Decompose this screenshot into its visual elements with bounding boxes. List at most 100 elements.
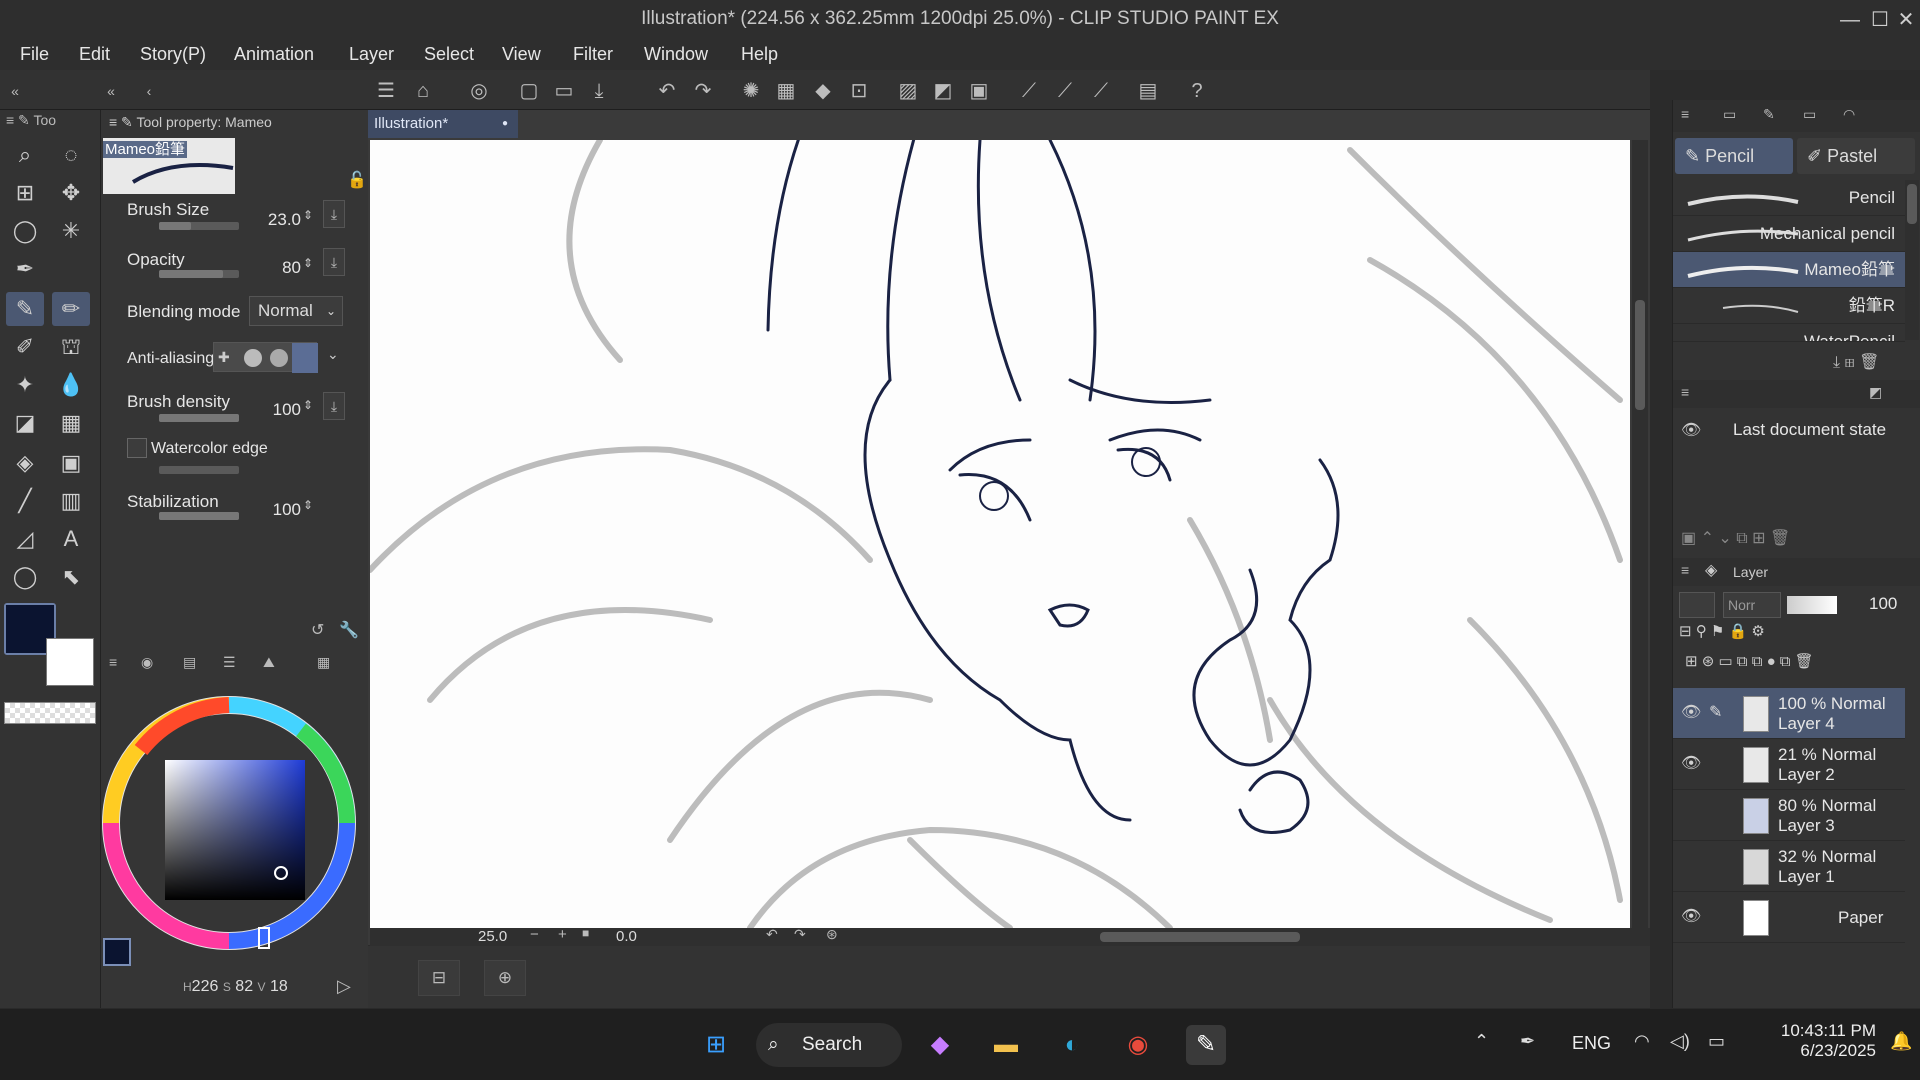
- menu-icon[interactable]: ≡: [1681, 106, 1689, 122]
- operation-tool-icon[interactable]: ⊞: [6, 176, 44, 210]
- edge-icon[interactable]: ◐: [1052, 1025, 1092, 1065]
- menu-story[interactable]: Story(P): [140, 44, 206, 65]
- airbrush-tab-icon[interactable]: ◠: [1843, 106, 1855, 123]
- chevron-down-icon[interactable]: ⌄: [327, 346, 339, 363]
- vertical-scrollbar[interactable]: [1632, 140, 1648, 928]
- play-icon[interactable]: ▷: [337, 976, 351, 997]
- magic-wand-icon[interactable]: ✳: [52, 214, 90, 248]
- layer-row-3[interactable]: 80 % Normal Layer 3: [1673, 790, 1905, 841]
- aa-strong-icon[interactable]: [292, 343, 318, 373]
- brush-tool-icon[interactable]: ✐: [6, 330, 44, 364]
- stabilization-value[interactable]: 100: [241, 500, 301, 520]
- zoom-value[interactable]: 25.0: [478, 928, 507, 945]
- layer-blend-select[interactable]: Norr: [1723, 592, 1781, 618]
- lock-icon[interactable]: 🔓: [347, 170, 367, 190]
- layer-row-4[interactable]: 👁 ✎ 100 % Normal Layer 4: [1673, 688, 1905, 739]
- layer-row-1[interactable]: 32 % Normal Layer 1: [1673, 841, 1905, 892]
- layer-row-paper[interactable]: 👁 Paper: [1673, 892, 1905, 943]
- taskbar-search[interactable]: ⌕ Search: [756, 1023, 902, 1067]
- blend-tool-icon[interactable]: 💧: [52, 368, 90, 402]
- layer-color-select[interactable]: [1679, 592, 1715, 618]
- gradient-icon[interactable]: ▣: [52, 446, 90, 480]
- spinner-icon[interactable]: ⇕: [303, 208, 313, 222]
- text-tool-icon[interactable]: A: [52, 522, 90, 556]
- sub-color-swatch[interactable]: [46, 638, 94, 686]
- clip-studio-icon[interactable]: ⌂: [410, 78, 436, 104]
- brush-density-slider[interactable]: [159, 414, 239, 422]
- layer-row-2[interactable]: 👁 21 % Normal Layer 2: [1673, 739, 1905, 790]
- brush-item-waterpencil[interactable]: WaterPencil: [1673, 324, 1905, 342]
- aa-none-icon[interactable]: ✚: [218, 349, 236, 367]
- aa-weak-icon[interactable]: [244, 349, 262, 367]
- eraser-icon[interactable]: ◪: [6, 406, 44, 440]
- drawing-canvas[interactable]: [370, 140, 1630, 928]
- assets-icon[interactable]: ◎: [466, 78, 492, 104]
- tab-pencil[interactable]: ✎ Pencil: [1675, 138, 1793, 174]
- menu-file[interactable]: File: [20, 44, 49, 65]
- brush-tab-icon[interactable]: ▭: [1803, 106, 1816, 123]
- loading-icon[interactable]: ✺: [738, 78, 764, 104]
- layer-opacity-slider[interactable]: [1787, 596, 1837, 614]
- layer-tab-label[interactable]: Layer: [1733, 564, 1768, 580]
- menu-select[interactable]: Select: [424, 44, 474, 65]
- horizontal-scroll-thumb[interactable]: [1100, 932, 1300, 942]
- brush-list-scroll-thumb[interactable]: [1907, 184, 1917, 224]
- menu-window[interactable]: Window: [644, 44, 708, 65]
- download-icon[interactable]: ⤓: [323, 248, 345, 276]
- chevron-left-icon[interactable]: ‹: [136, 78, 162, 104]
- menu-icon[interactable]: ≡: [1681, 384, 1689, 400]
- spinner-icon[interactable]: ⇕: [303, 498, 313, 512]
- fit-icon[interactable]: ■: [582, 926, 589, 940]
- invert-selection-icon[interactable]: ◩: [930, 78, 956, 104]
- stabilization-slider[interactable]: [159, 512, 239, 520]
- subtool-tab-icon[interactable]: ▭: [1723, 106, 1736, 123]
- history-item[interactable]: 👁 Last document state: [1673, 412, 1920, 448]
- subview-icon[interactable]: ⊕: [484, 960, 526, 996]
- download-icon[interactable]: ⤓: [323, 392, 345, 420]
- language-indicator[interactable]: ENG: [1572, 1033, 1611, 1054]
- tab-pastel[interactable]: ✐ Pastel: [1797, 138, 1915, 174]
- collapse-left-icon[interactable]: «: [2, 78, 28, 104]
- eye-icon[interactable]: 👁: [1681, 420, 1701, 440]
- battery-icon[interactable]: ▭: [1708, 1031, 1725, 1052]
- minimize-button[interactable]: —: [1836, 6, 1864, 34]
- selection-icon[interactable]: ▨: [895, 78, 921, 104]
- chevron-up-icon[interactable]: ⌃: [1474, 1031, 1489, 1052]
- redo-icon[interactable]: ↷: [690, 78, 716, 104]
- help-icon[interactable]: ?: [1184, 78, 1210, 104]
- windows-start-icon[interactable]: ⊞: [696, 1025, 736, 1065]
- wrench-icon[interactable]: 🔧: [339, 620, 359, 640]
- menu-layer[interactable]: Layer: [349, 44, 394, 65]
- collapse-icon[interactable]: «: [98, 78, 124, 104]
- anti-aliasing-options[interactable]: ✚: [213, 342, 318, 373]
- crop-icon[interactable]: ▣: [966, 78, 992, 104]
- zoom-tool-icon[interactable]: ⌕: [6, 138, 44, 172]
- pen-tool-icon[interactable]: ✎: [6, 292, 44, 326]
- eye-icon[interactable]: 👁: [1681, 753, 1701, 773]
- clip-studio-taskbar-icon[interactable]: ✎: [1186, 1025, 1226, 1065]
- menu-help[interactable]: Help: [741, 44, 778, 65]
- pencil-tab-icon[interactable]: ✎: [1763, 106, 1775, 123]
- menu-icon[interactable]: ☰: [373, 78, 399, 104]
- copilot-icon[interactable]: ◆: [920, 1025, 960, 1065]
- grid-snap-icon[interactable]: ⟋: [1088, 78, 1114, 104]
- aa-medium-icon[interactable]: [270, 349, 288, 367]
- volume-icon[interactable]: ◁): [1670, 1031, 1690, 1052]
- spinner-icon[interactable]: ⇕: [303, 398, 313, 412]
- clock[interactable]: 10:43:11 PM 6/23/2025: [1756, 1021, 1876, 1061]
- open-folder-icon[interactable]: ▭: [551, 78, 577, 104]
- spinner-icon[interactable]: ⇕: [303, 256, 313, 270]
- rotate-right-icon[interactable]: ↷: [794, 926, 806, 943]
- navigator-icon[interactable]: ⊟: [418, 960, 460, 996]
- menu-animation[interactable]: Animation: [234, 44, 314, 65]
- frame-border-icon[interactable]: ▥: [52, 484, 90, 518]
- new-layer-icons[interactable]: ⊞ ⊛ ▭ ⧉ ⧉ ● ⧉ 🗑: [1685, 652, 1814, 670]
- menu-icon[interactable]: ≡: [1681, 562, 1689, 578]
- decoration-tool-icon[interactable]: ✦: [6, 368, 44, 402]
- rotate-left-icon[interactable]: ↶: [766, 926, 778, 943]
- maximize-button[interactable]: ☐: [1866, 6, 1894, 34]
- watercolor-edge-slider[interactable]: [159, 466, 239, 474]
- lasso-select-icon[interactable]: ◌: [52, 138, 90, 172]
- eye-icon[interactable]: 👁: [1681, 906, 1701, 926]
- opacity-slider[interactable]: [159, 270, 239, 278]
